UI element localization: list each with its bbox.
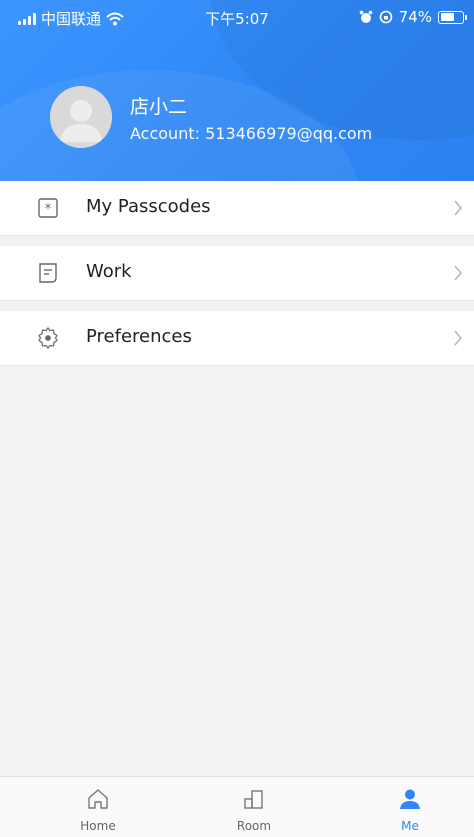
tab-label: Room <box>236 819 272 833</box>
bottom-tab-bar: Home Room Me <box>0 776 474 837</box>
avatar[interactable] <box>50 86 112 148</box>
default-avatar-icon <box>50 86 112 148</box>
document-icon <box>39 263 57 283</box>
tab-room[interactable]: Room <box>204 777 304 837</box>
battery-percent: 74% <box>398 8 432 26</box>
profile-card[interactable]: 店小二 Account: 513466979@qq.com <box>50 86 450 150</box>
alarm-icon <box>359 10 372 23</box>
menu-item-work[interactable]: Work <box>0 246 474 301</box>
chevron-right-icon <box>454 265 462 281</box>
tab-label: Me <box>401 819 419 833</box>
account-email: Account: 513466979@qq.com <box>130 124 373 143</box>
tab-label: Home <box>80 819 116 833</box>
tab-me[interactable]: Me <box>360 777 460 837</box>
chevron-right-icon <box>454 330 462 346</box>
menu-item-label: Work <box>86 261 132 282</box>
tab-home[interactable]: Home <box>48 777 148 837</box>
home-icon <box>88 789 108 809</box>
building-icon <box>244 790 263 809</box>
settings-gear-icon <box>38 327 58 349</box>
battery-fill <box>440 13 454 21</box>
passcode-icon: * <box>38 198 58 218</box>
profile-header: 中国联通 下午5:07 74% 店小二 Account: 513466979@q… <box>0 0 474 181</box>
battery-icon <box>438 10 467 24</box>
menu-item-label: My Passcodes <box>86 196 211 217</box>
user-name: 店小二 <box>130 96 188 118</box>
svg-text:*: * <box>45 202 52 217</box>
chevron-right-icon <box>454 200 462 216</box>
menu-item-label: Preferences <box>86 326 192 347</box>
status-bar: 中国联通 下午5:07 74% <box>0 0 474 34</box>
user-icon <box>400 789 420 809</box>
menu-item-my-passcodes[interactable]: * My Passcodes <box>0 181 474 236</box>
rotation-lock-icon <box>379 10 392 24</box>
menu-item-preferences[interactable]: Preferences <box>0 311 474 366</box>
